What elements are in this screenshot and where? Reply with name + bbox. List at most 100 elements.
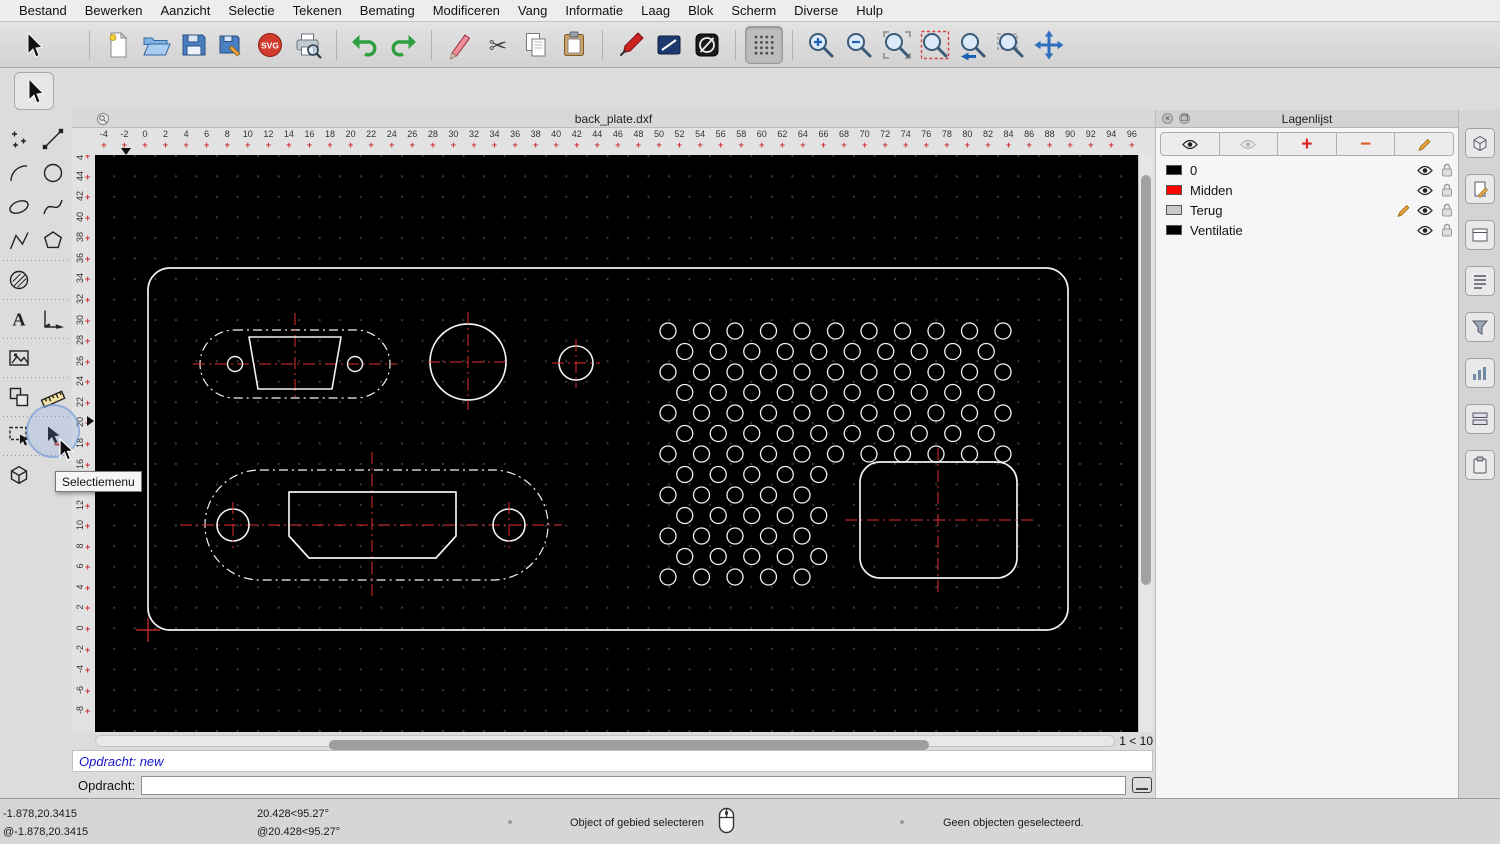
tool-spline[interactable] [36,190,70,224]
tool-arc[interactable] [2,156,36,190]
menu-bemating[interactable]: Bemating [351,0,424,22]
hide-all-eye-button[interactable] [1219,132,1279,156]
layer-row[interactable]: Ventilatie [1156,220,1458,240]
undo-button[interactable] [346,26,384,64]
dock-cube-button[interactable] [1465,128,1495,158]
menu-hulp[interactable]: Hulp [847,0,892,22]
menu-modificeren[interactable]: Modificeren [424,0,509,22]
menu-scherm[interactable]: Scherm [722,0,785,22]
edit-layer-button[interactable] [1395,132,1454,156]
remove-layer-button[interactable]: − [1336,132,1396,156]
layer-row[interactable]: Terug [1156,200,1458,220]
vertical-scrollbar[interactable] [1138,155,1153,732]
dock-clipboard-button[interactable] [1465,450,1495,480]
layer-lock-toggle[interactable] [1436,163,1458,177]
keyboard-icon[interactable] [1132,777,1153,793]
layer-visibility-toggle[interactable] [1414,165,1436,176]
paste-button[interactable] [555,26,593,64]
outline [860,445,878,463]
tool-dimension[interactable] [36,302,70,336]
menu-bewerken[interactable]: Bewerken [76,0,152,22]
redo-button[interactable] [384,26,422,64]
menu-tekenen[interactable]: Tekenen [284,0,351,22]
v-ruler-label: 36 [75,252,85,263]
outline [659,568,677,586]
show-all-eye-button[interactable] [1160,132,1220,156]
command-input[interactable] [141,775,1127,795]
select-tool-button[interactable] [14,72,54,110]
dock-rows-button[interactable] [1465,404,1495,434]
horizontal-scrollbar[interactable] [95,735,1115,750]
dock-page-edit-button[interactable] [1465,174,1495,204]
menu-informatie[interactable]: Informatie [556,0,632,22]
pen-button[interactable] [612,26,650,64]
menu-bestand[interactable]: Bestand [10,0,76,22]
tool-order[interactable] [2,380,36,414]
vertical-scrollbar-thumb[interactable] [1141,175,1151,585]
cut-button[interactable]: ✂ [479,26,517,64]
tool-polygon[interactable] [36,224,70,258]
menu-vang[interactable]: Vang [509,0,556,22]
remove-button[interactable] [441,26,479,64]
save-button[interactable] [175,26,213,64]
pan-button[interactable] [1030,26,1068,64]
float-panel-icon[interactable]: ❐ [1179,113,1190,124]
horizontal-scrollbar-thumb[interactable] [329,740,929,750]
plus-icon: + [1301,133,1313,155]
tool-line[interactable] [36,122,70,156]
menu-laag[interactable]: Laag [632,0,679,22]
layer-visibility-toggle[interactable] [1414,225,1436,236]
v-ruler-label: 12 [75,499,85,510]
svg-export-button[interactable]: SVG [251,26,289,64]
h-ruler-tick: + [738,140,744,150]
zoom-redraw-button[interactable] [916,26,954,64]
print-preview-button[interactable] [289,26,327,64]
zoom-auto-button[interactable] [878,26,916,64]
layer-visibility-toggle[interactable] [1414,185,1436,196]
zoom-out-button[interactable] [840,26,878,64]
tool-points[interactable] [2,122,36,156]
select-arrow-button[interactable] [14,26,52,64]
menu-selectie[interactable]: Selectie [219,0,283,22]
menu-diverse[interactable]: Diverse [785,0,847,22]
tool-polyline[interactable] [2,224,36,258]
menu-blok[interactable]: Blok [679,0,722,22]
drawing-canvas[interactable] [95,155,1138,732]
zoom-in-button[interactable] [802,26,840,64]
tool-circle[interactable] [36,156,70,190]
dock-funnel-button[interactable] [1465,312,1495,342]
layer-visibility-toggle[interactable] [1414,205,1436,216]
tool-block[interactable] [2,458,36,492]
v-ruler-tick: + [85,685,91,696]
zoom-window-button[interactable] [992,26,1030,64]
tool-ellipse[interactable] [2,190,36,224]
save-as-button[interactable] [213,26,251,64]
zoom-previous-button[interactable] [954,26,992,64]
close-panel-icon[interactable]: × [1162,113,1173,124]
tool-image[interactable] [2,341,36,375]
tool-text[interactable]: A [2,302,36,336]
layer-lock-toggle[interactable] [1436,203,1458,217]
add-layer-button[interactable]: + [1278,132,1337,156]
layer-row[interactable]: 0 [1156,160,1458,180]
polygon-icon [43,231,63,249]
open-button[interactable] [137,26,175,64]
layer-panel: Lagenlijst × ❐ + − 0 Midden Terug Ventilatie [1155,110,1458,798]
layer-row[interactable]: Midden [1156,180,1458,200]
dock-bar-chart-button[interactable] [1465,358,1495,388]
new-document-button[interactable] [99,26,137,64]
outline [877,424,895,443]
outline [776,506,794,525]
grid-toggle-button[interactable] [745,25,783,64]
circle-attributes-button[interactable] [688,26,726,64]
layer-lock-toggle[interactable] [1436,183,1458,197]
h-ruler-label: 46 [612,129,623,139]
selection-status: Geen objecten geselecteerd. [943,817,1084,829]
dock-window-button[interactable] [1465,220,1495,250]
copy-button[interactable] [517,26,555,64]
tool-hatch[interactable] [2,263,36,297]
dock-list-button[interactable] [1465,266,1495,296]
menu-aanzicht[interactable]: Aanzicht [152,0,220,22]
line-attributes-button[interactable] [650,26,688,64]
layer-lock-toggle[interactable] [1436,223,1458,237]
